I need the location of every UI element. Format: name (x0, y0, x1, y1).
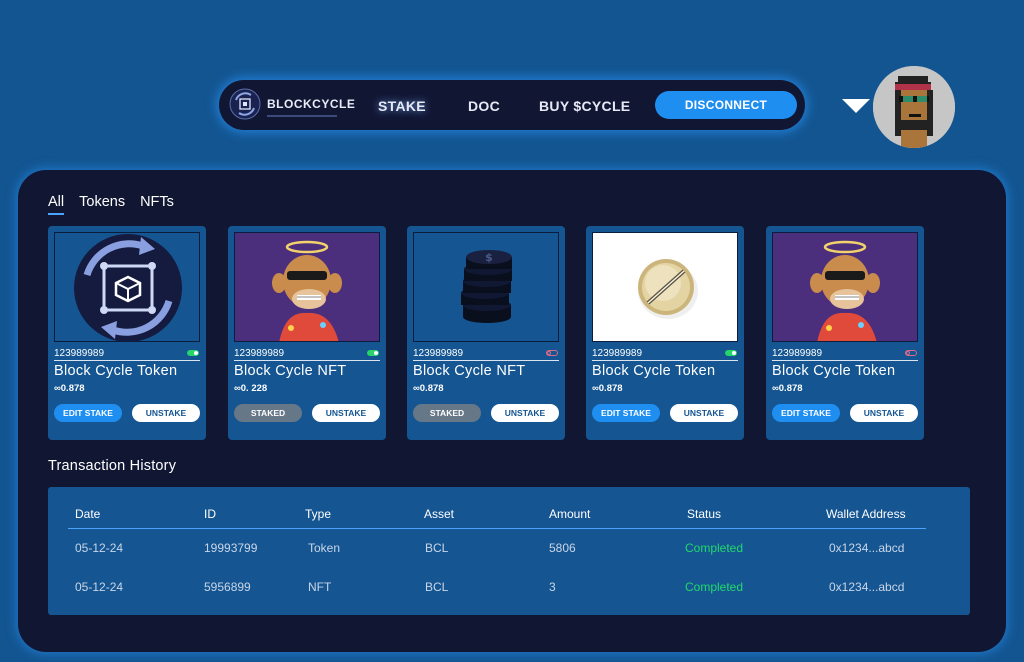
stake-card: 123989989 Block Cycle Token ∞0.878 EDIT … (48, 226, 206, 440)
edit-stake-button[interactable]: EDIT STAKE (54, 404, 122, 422)
nav-buy-cycle[interactable]: BUY $CYCLE (539, 98, 630, 114)
coin-stack-icon: $ (461, 250, 512, 323)
card-divider (54, 360, 200, 361)
card-amount: ∞0.878 (54, 383, 85, 394)
card-amount: ∞0. 228 (234, 383, 268, 394)
stake-card: 123989989 Block Cycle Token ∞0.878 EDIT … (586, 226, 744, 440)
card-id: 123989989 (772, 348, 823, 359)
card-amount: ∞0.878 (413, 383, 444, 394)
stake-toggle[interactable] (725, 350, 737, 356)
brand-name: BLOCKCYCLE (267, 97, 356, 117)
unstake-button[interactable]: UNSTAKE (491, 404, 559, 422)
table-row[interactable]: 05-12-24 5956899 NFT BCL 3 Completed 0x1… (48, 580, 970, 596)
transaction-history-title: Transaction History (48, 458, 177, 474)
cell-wallet: 0x1234...abcd (829, 541, 905, 555)
card-divider (772, 360, 918, 361)
brand[interactable]: BLOCKCYCLE (229, 88, 355, 120)
user-avatar[interactable] (873, 66, 955, 148)
disconnect-button[interactable]: DISCONNECT (655, 91, 797, 119)
column-header-id: ID (204, 507, 216, 521)
cell-status: Completed (685, 580, 744, 594)
card-image (54, 232, 200, 342)
profile-dropdown-caret-icon[interactable] (842, 99, 870, 113)
card-image (592, 232, 738, 342)
column-header-wallet: Wallet Address (826, 507, 906, 521)
pixel-punk-avatar-icon (873, 66, 955, 148)
card-image (234, 232, 380, 342)
unstake-button[interactable]: UNSTAKE (132, 404, 200, 422)
card-id: 123989989 (54, 348, 105, 359)
card-amount: ∞0.878 (772, 383, 803, 394)
card-image (772, 232, 918, 342)
gold-token-icon (593, 233, 737, 341)
card-divider (592, 360, 738, 361)
tab-tokens[interactable]: Tokens (79, 194, 125, 215)
edit-stake-button[interactable]: EDIT STAKE (772, 404, 840, 422)
card-divider (413, 360, 559, 361)
cell-id: 5956899 (204, 580, 251, 594)
card-id: 123989989 (234, 348, 285, 359)
cell-type: NFT (308, 580, 332, 594)
table-row[interactable]: 05-12-24 19993799 Token BCL 5806 Complet… (48, 541, 970, 557)
column-header-amount: Amount (549, 507, 591, 521)
unstake-button[interactable]: UNSTAKE (850, 404, 918, 422)
cell-id: 19993799 (204, 541, 258, 555)
column-header-date: Date (75, 507, 101, 521)
unstake-button[interactable]: UNSTAKE (312, 404, 380, 422)
transaction-table: Date ID Type Asset Amount Status Wallet … (48, 487, 970, 615)
card-title: Block Cycle NFT (234, 363, 347, 379)
card-id: 123989989 (413, 348, 464, 359)
edit-stake-button[interactable]: EDIT STAKE (592, 404, 660, 422)
blockcycle-logo-icon (74, 234, 182, 341)
cell-date: 05-12-24 (75, 541, 124, 555)
stake-toggle[interactable] (367, 350, 379, 356)
nav-doc[interactable]: DOC (468, 98, 500, 114)
cell-amount: 3 (549, 580, 556, 594)
filter-tabs: All Tokens NFTs (48, 194, 174, 215)
column-header-asset: Asset (424, 507, 455, 521)
cell-wallet: 0x1234...abcd (829, 580, 905, 594)
cell-amount: 5806 (549, 541, 576, 555)
stake-toggle[interactable] (905, 350, 917, 356)
staked-button[interactable]: STAKED (413, 404, 481, 422)
card-title: Block Cycle Token (592, 363, 716, 379)
column-header-type: Type (305, 507, 332, 521)
stake-toggle[interactable] (187, 350, 199, 356)
card-title: Block Cycle NFT (413, 363, 526, 379)
cell-type: Token (308, 541, 341, 555)
stake-toggle[interactable] (546, 350, 558, 356)
cell-status: Completed (685, 541, 744, 555)
cell-asset: BCL (425, 580, 449, 594)
ape-nft-icon (773, 233, 917, 341)
card-image: $ (413, 232, 559, 342)
cell-asset: BCL (425, 541, 449, 555)
stake-card: 123989989 Block Cycle Token ∞0.878 EDIT … (766, 226, 924, 440)
stake-card: $ 123989989 Block Cycle NFT ∞0.878 STAKE… (407, 226, 565, 440)
card-title: Block Cycle Token (54, 363, 178, 379)
card-id: 123989989 (592, 348, 643, 359)
column-header-status: Status (687, 507, 722, 521)
blockcycle-logo-icon (229, 88, 261, 120)
nav-stake[interactable]: STAKE (378, 98, 426, 114)
stake-card: 123989989 Block Cycle NFT ∞0. 228 STAKED… (228, 226, 386, 440)
svg-text:$: $ (485, 251, 493, 264)
cell-date: 05-12-24 (75, 580, 124, 594)
card-amount: ∞0.878 (592, 383, 623, 394)
tab-all[interactable]: All (48, 194, 65, 215)
ape-nft-icon (235, 233, 379, 341)
table-header: Date ID Type Asset Amount Status Wallet … (48, 507, 970, 523)
header-divider (68, 528, 926, 529)
staking-panel: All Tokens NFTs 123989989 Block Cycle To… (18, 170, 1006, 652)
staked-button[interactable]: STAKED (234, 404, 302, 422)
top-navbar: BLOCKCYCLE STAKE DOC BUY $CYCLE DISCONNE… (219, 80, 805, 130)
unstake-button[interactable]: UNSTAKE (670, 404, 738, 422)
card-title: Block Cycle Token (772, 363, 896, 379)
tab-nfts[interactable]: NFTs (140, 194, 174, 215)
card-divider (234, 360, 380, 361)
